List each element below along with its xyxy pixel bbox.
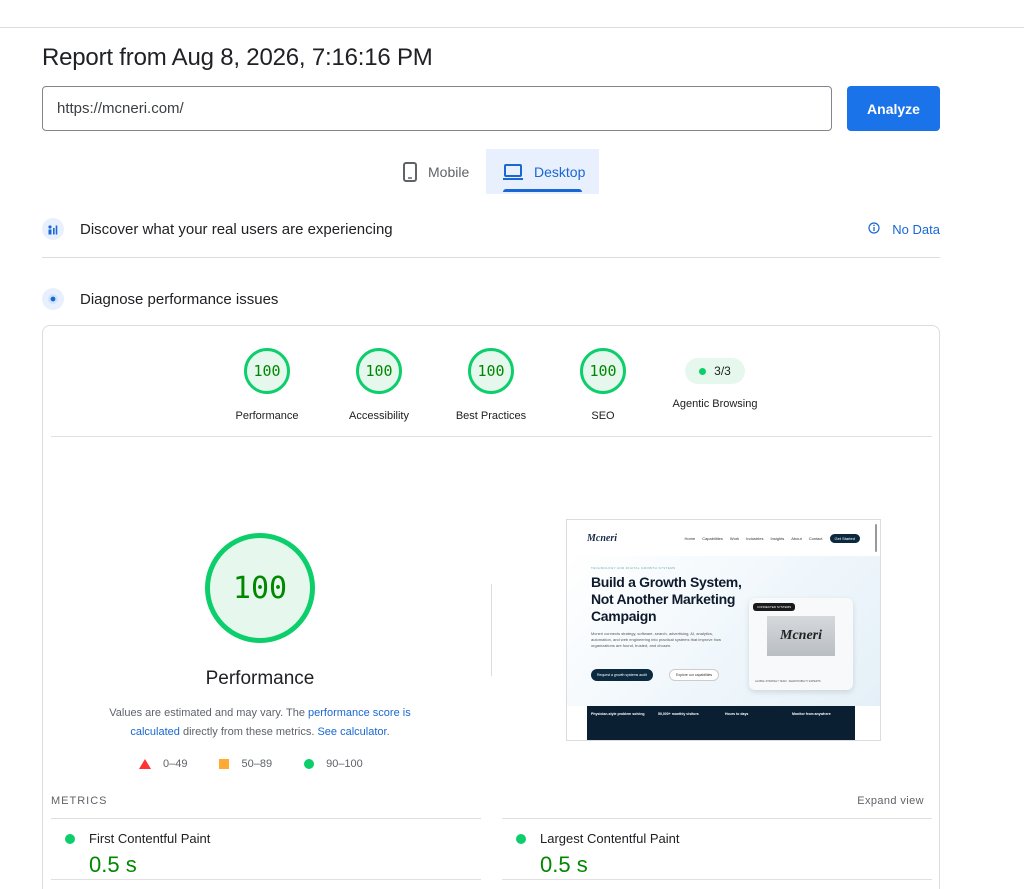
gauge-label: Best Practices <box>455 410 527 422</box>
category-gauge-seo[interactable]: 100 SEO <box>548 348 658 422</box>
agentic-score: 3/3 <box>714 364 731 378</box>
thumb-headline: Build a Growth System, Not Another Marke… <box>591 574 742 624</box>
metric-name: Largest Contentful Paint <box>540 831 680 846</box>
thumb-card-tag: CONNECTED SYSTEMS <box>753 603 796 611</box>
explain-text: directly from these metrics. <box>179 726 318 738</box>
tab-desktop[interactable]: Desktop <box>486 149 599 194</box>
metrics-header: METRICS <box>51 795 108 807</box>
info-icon <box>868 221 880 237</box>
legend-poor-label: 0–49 <box>163 758 188 770</box>
metric-lcp: Largest Contentful Paint 0.5 s <box>502 818 932 888</box>
see-calculator-link[interactable]: See calculator <box>317 726 386 738</box>
score-explanation: Values are estimated and may vary. The p… <box>88 704 432 742</box>
tab-desktop-label: Desktop <box>534 163 586 180</box>
thumb-nav-item: Home <box>684 535 696 541</box>
score-legend: 0–49 50–89 90–100 <box>139 758 385 770</box>
metric-fcp: First Contentful Paint 0.5 s <box>51 818 481 888</box>
explain-text: . <box>386 726 390 738</box>
top-divider <box>0 27 1024 28</box>
expand-view-toggle[interactable]: Expand view <box>857 795 924 807</box>
thumb-nav-item: Industries <box>746 535 764 541</box>
explain-text: Values are estimated and may vary. The <box>109 707 308 719</box>
good-circle-icon <box>516 833 526 844</box>
thumb-card-logo: Mcneri <box>767 616 835 656</box>
no-data-label: No Data <box>892 221 940 237</box>
legend-average-label: 50–89 <box>241 758 273 770</box>
diagnose-title: Diagnose performance issues <box>80 290 279 308</box>
thumb-stat: 50,000+ monthly visitors <box>658 712 699 716</box>
metric-value: 0.5 s <box>89 852 137 877</box>
no-data-link[interactable]: No Data <box>868 222 940 237</box>
thumb-logo: Mcneri <box>587 532 617 544</box>
report-title: Report from Aug 8, 2026, 7:16:16 PM <box>42 44 433 71</box>
thumb-stat: Physician-style problem solving <box>591 712 645 716</box>
url-input[interactable] <box>42 86 832 131</box>
thumb-nav-item: Capabilities <box>702 535 723 541</box>
page-screenshot-thumbnail: Mcneri Home Capabilities Work Industries… <box>566 519 881 741</box>
section-divider <box>42 257 940 258</box>
thumb-nav-cta: Get Started <box>829 533 860 543</box>
diagnose-section: Diagnose performance issues <box>42 288 940 310</box>
thumb-nav: Mcneri Home Capabilities Work Industries… <box>567 520 880 556</box>
diagnose-icon <box>42 288 64 310</box>
analyze-button[interactable]: Analyze <box>847 86 940 131</box>
gauge-label: SEO <box>591 410 615 422</box>
pass-dot-icon <box>699 367 707 375</box>
thumb-nav-item: About <box>791 535 802 541</box>
users-chart-icon <box>42 218 64 240</box>
score-gauge: 100 <box>356 348 402 394</box>
score-gauge: 100 <box>244 348 290 394</box>
thumb-secondary-button: Explore our capabilities <box>669 669 720 681</box>
square-icon <box>219 759 230 769</box>
active-tab-indicator <box>503 189 582 192</box>
thumb-stat: Hours to days <box>725 712 749 716</box>
vertical-divider <box>491 584 492 676</box>
good-circle-icon <box>65 833 75 844</box>
metric-name: First Contentful Paint <box>89 831 211 846</box>
performance-label: Performance <box>205 668 315 689</box>
agentic-score-pill: 3/3 <box>685 358 745 384</box>
performance-score-gauge: 100 <box>205 533 315 643</box>
category-gauge-performance[interactable]: 100 Performance <box>212 348 322 422</box>
thumb-nav-item: Insights <box>770 535 785 541</box>
circle-icon <box>304 759 315 769</box>
metric-divider <box>502 879 932 880</box>
legend-good: 90–100 <box>304 758 363 770</box>
gauge-label: Accessibility <box>349 410 409 422</box>
score-gauge: 100 <box>580 348 626 394</box>
thumb-kicker: TECHNOLOGY AND DIGITAL GROWTH SYSTEMS <box>591 566 676 570</box>
gauge-label: Agentic Browsing <box>672 398 758 410</box>
laptop-icon <box>502 163 524 181</box>
thumb-nav-item: Contact <box>808 535 823 541</box>
thumb-scrollbar <box>875 524 877 552</box>
score-gauge: 100 <box>468 348 514 394</box>
smartphone-icon <box>402 161 418 182</box>
metric-divider <box>51 879 481 880</box>
tab-mobile-label: Mobile <box>428 163 470 180</box>
field-data-section: Discover what your real users are experi… <box>42 218 940 240</box>
triangle-icon <box>139 759 151 769</box>
thumb-feature-card: CONNECTED SYSTEMS Mcneri GLOBAL STRATEGY… <box>749 598 853 690</box>
thumb-card-caption: GLOBAL STRATEGY TEAM · SEARCHABILITY EXP… <box>755 680 821 683</box>
thumb-hero: TECHNOLOGY AND DIGITAL GROWTH SYSTEMS Bu… <box>567 556 880 706</box>
thumb-primary-button: Request a growth systems audit <box>591 669 653 681</box>
thumb-stat: Monitor from anywhere <box>792 712 831 716</box>
gauge-label: Performance <box>235 410 299 422</box>
lab-report-card: 100 Performance 100 Accessibility 100 Be… <box>42 325 940 889</box>
thumb-links: Home Capabilities Work Industries Insigh… <box>684 533 860 543</box>
category-gauge-agentic-browsing[interactable]: 3/3 Agentic Browsing <box>660 348 770 410</box>
legend-poor: 0–49 <box>139 758 187 770</box>
thumb-body: Mcneri connects strategy, software, sear… <box>591 631 722 648</box>
legend-good-label: 90–100 <box>326 758 363 770</box>
category-gauge-accessibility[interactable]: 100 Accessibility <box>324 348 434 422</box>
legend-average: 50–89 <box>219 758 272 770</box>
tab-mobile[interactable]: Mobile <box>390 149 486 194</box>
thumb-stats-strip: Physician-style problem solving 50,000+ … <box>587 706 855 740</box>
metric-value: 0.5 s <box>540 852 588 877</box>
category-gauge-best-practices[interactable]: 100 Best Practices <box>436 348 546 422</box>
thumb-nav-item: Work <box>729 535 740 541</box>
field-data-title: Discover what your real users are experi… <box>80 220 393 238</box>
card-divider <box>51 436 932 437</box>
